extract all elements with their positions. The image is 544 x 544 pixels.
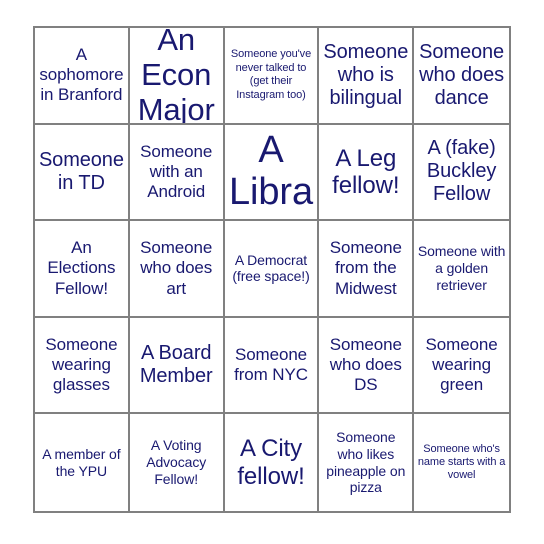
bingo-cell-r2c4[interactable]: A Leg fellow! [319,124,415,222]
bingo-cell-label: An Econ Major [137,28,215,125]
bingo-cell-r3c4[interactable]: Someone from the Midwest [319,221,415,318]
bingo-cell-r5c1[interactable]: A member of the YPU [35,414,130,511]
bingo-cell-r4c3[interactable]: Someone from NYC [224,317,320,415]
bingo-cell-label: Someone who's name starts with a vowel [417,442,506,482]
bingo-cell-r3c1[interactable]: An Elections Fellow! [35,221,130,318]
bingo-cell-label: A Leg fellow! [332,144,400,199]
bingo-cell-label: A member of the YPU [42,445,121,479]
bingo-cell-r5c5[interactable]: Someone who's name starts with a vowel [414,414,509,511]
bingo-card: A sophomore in Branford An Econ Major Some… [33,26,511,513]
bingo-cell-r2c5[interactable]: A (fake) Buckley Fellow [414,125,509,222]
bingo-cell-r2c2[interactable]: Someone with an Android [129,124,225,222]
bingo-cell-r4c5[interactable]: Someone wearing green [414,318,509,415]
bingo-cell-label: Someone from the Midwest [329,238,402,298]
bingo-cell-label: Someone you've never talked to (get thei… [230,48,312,101]
bingo-cell-label: A Voting Advocacy Fellow! [146,437,207,488]
bingo-cell-r5c4[interactable]: Someone who likes pineapple on pizza [319,414,415,511]
bingo-cell-label: Someone with an Android [140,141,213,201]
bingo-cell-label: A Libra [228,129,313,213]
bingo-cell-label: An Elections Fellow! [47,238,116,298]
bingo-cell-label: Someone who likes pineapple on pizza [326,429,406,496]
bingo-cell-r5c3[interactable]: A City fellow! [225,414,320,511]
bingo-cell-r2c1[interactable]: Someone in TD [35,124,130,222]
bingo-cell-label: A sophomore in Branford [39,45,124,105]
bingo-cell-r1c2[interactable]: An Econ Major [129,28,225,125]
bingo-cell-r4c4[interactable]: Someone who does DS [319,317,415,415]
bingo-cell-label: A Board Member [139,341,213,388]
bingo-cell-label: Someone in TD [38,148,124,194]
bingo-cell-r2c3[interactable]: A Libra [224,124,320,222]
bingo-cell-label: A (fake) Buckley Fellow [426,137,497,206]
bingo-cell-label: Someone who does dance [419,40,505,109]
bingo-cell-label: Someone who does DS [329,335,402,395]
bingo-cell-label: Someone wearing green [425,335,498,395]
bingo-cell-label: Someone with a golden retriever [417,243,506,293]
bingo-cell-r1c4[interactable]: Someone who is bilingual [319,28,415,125]
bingo-cell-r1c5[interactable]: Someone who does dance [414,28,509,125]
bingo-cell-label: Someone wearing glasses [45,335,118,395]
bingo-cell-r4c2[interactable]: A Board Member [129,317,225,415]
bingo-cell-r1c3[interactable]: Someone you've never talked to (get thei… [224,28,320,125]
bingo-cell-label: Someone who is bilingual [323,40,409,109]
bingo-cell-r5c2[interactable]: A Voting Advocacy Fellow! [130,414,225,511]
bingo-cell-r3c2[interactable]: Someone who does art [129,221,225,318]
bingo-cell-label: Someone from NYC [234,345,308,385]
bingo-cell-label: A City fellow! [237,435,305,490]
bingo-cell-r1c1[interactable]: A sophomore in Branford [35,28,130,125]
bingo-cell-r4c1[interactable]: Someone wearing glasses [35,317,130,415]
bingo-cell-r3c5[interactable]: Someone with a golden retriever [414,221,509,318]
bingo-cell-r3c3[interactable]: A Democrat (free space!) [224,221,320,318]
bingo-cell-label: A Democrat (free space!) [232,251,310,285]
bingo-cell-label: Someone who does art [140,238,213,298]
